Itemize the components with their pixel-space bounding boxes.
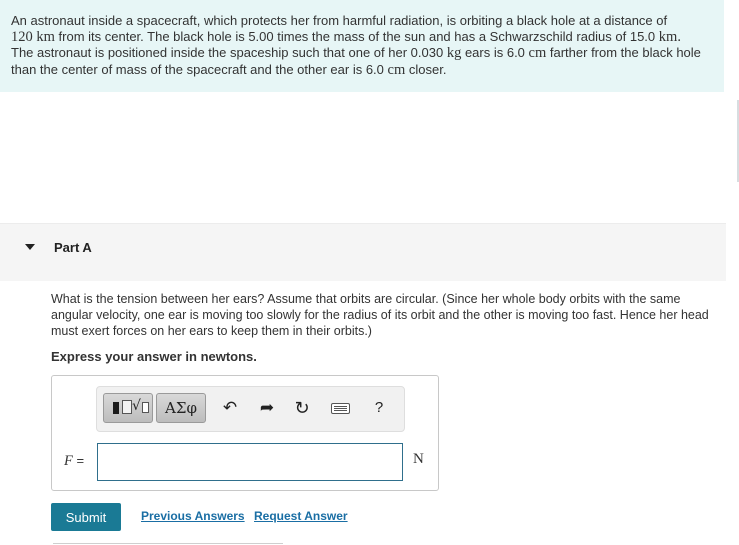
problem-text-5: farther from the black hole <box>549 45 701 61</box>
redo-icon[interactable]: ➦ <box>255 396 279 420</box>
problem-text-7: closer. <box>408 61 447 77</box>
problem-text-2: from its center. The black hole is 5.00 … <box>58 29 656 45</box>
answer-instruction: Express your answer in newtons. <box>51 349 257 364</box>
part-a-header[interactable]: Part A <box>0 223 726 281</box>
radicand-box-icon <box>142 402 149 413</box>
reset-icon[interactable]: ↻ <box>290 396 314 420</box>
divider <box>53 543 283 544</box>
answer-label: F = <box>64 453 84 470</box>
distance-value: 120 <box>11 29 33 46</box>
previous-answers-link[interactable]: Previous Answers <box>141 509 245 523</box>
problem-text-6: than the center of mass of the spacecraf… <box>11 61 384 77</box>
help-icon[interactable]: ? <box>367 396 391 420</box>
cm-unit: cm <box>528 45 547 62</box>
km-unit: km <box>36 29 55 46</box>
kg-unit: kg <box>446 45 462 62</box>
problem-text-3: The astronaut is positioned inside the s… <box>11 45 444 61</box>
undo-icon[interactable]: ↶ <box>218 396 242 420</box>
answer-box: √ ΑΣφ ↶ ➦ ↻ ? F = N <box>51 375 439 491</box>
km-unit-2: km <box>658 29 678 46</box>
math-toolbar: √ ΑΣφ ↶ ➦ ↻ ? <box>96 386 405 432</box>
problem-text-1: An astronaut inside a spacecraft, which … <box>11 13 668 28</box>
problem-text-4: ears is 6.0 <box>464 45 525 61</box>
symbols-button[interactable]: ΑΣφ <box>156 393 206 423</box>
fraction-box-icon <box>122 400 132 414</box>
keyboard-icon[interactable] <box>329 396 353 420</box>
question-text: What is the tension between her ears? As… <box>51 292 709 338</box>
unit-label: N <box>413 451 424 467</box>
problem-statement: An astronaut inside a spacecraft, which … <box>0 0 724 92</box>
submit-button[interactable]: Submit <box>51 503 121 531</box>
part-title: Part A <box>54 240 92 255</box>
cm-unit-2: cm <box>387 61 406 78</box>
answer-input[interactable] <box>97 443 403 481</box>
request-answer-link[interactable]: Request Answer <box>254 509 348 523</box>
collapse-caret-icon[interactable] <box>25 244 35 250</box>
block-icon <box>113 402 119 414</box>
variable-symbol: F <box>64 453 73 469</box>
templates-button[interactable]: √ <box>103 393 153 423</box>
sqrt-icon: √ <box>132 398 141 414</box>
equals-sign: = <box>76 453 85 468</box>
